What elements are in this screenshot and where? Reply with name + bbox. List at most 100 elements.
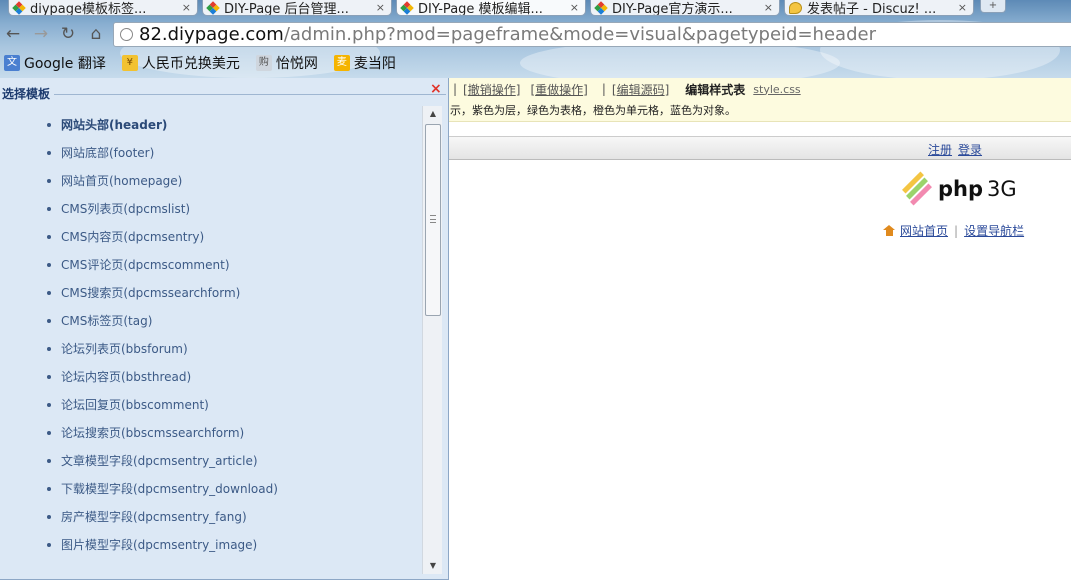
diypage-favicon-icon — [400, 0, 414, 15]
template-item-dpcmslist[interactable]: CMS列表页(dpcmslist) — [0, 200, 420, 228]
reload-button[interactable]: ↻ — [58, 24, 78, 44]
close-tab-icon[interactable]: × — [570, 1, 579, 14]
template-item-download[interactable]: 下载模型字段(dpcmsentry_download) — [0, 480, 420, 508]
tab-title: 发表帖子 - Discuz! ... — [807, 2, 937, 16]
bookmarks-bar: 文 Google 翻译 ¥ 人民币兑换美元 购 怡悦网 麦 麦当阳 — [0, 51, 1071, 75]
template-label: CMS列表页(dpcmslist) — [61, 202, 191, 216]
template-item-footer[interactable]: 网站底部(footer) — [0, 144, 420, 172]
template-label: 网站底部(footer) — [61, 146, 155, 160]
site-logo[interactable]: php 3G — [902, 171, 1017, 206]
diypage-favicon-icon — [594, 0, 608, 15]
address-host: 82.diypage.com — [139, 24, 284, 45]
template-item-dpcmsentry[interactable]: CMS内容页(dpcmsentry) — [0, 228, 420, 256]
template-label: CMS标签页(tag) — [61, 314, 153, 328]
template-label: 下载模型字段(dpcmsentry_download) — [61, 482, 278, 496]
bookmark-label: 怡悦网 — [275, 56, 318, 72]
register-link[interactable]: 注册 — [928, 141, 952, 158]
panel-title: 选择模板 — [2, 87, 51, 101]
template-item-header[interactable]: 网站头部(header) — [0, 116, 420, 144]
nav-settings-link[interactable]: 设置导航栏 — [964, 222, 1024, 239]
template-label: 论坛列表页(bbsforum) — [61, 342, 188, 356]
template-label: 网站头部(header) — [61, 118, 168, 132]
tab-admin[interactable]: DIY-Page 后台管理... × — [202, 0, 392, 16]
php3g-logo-icon — [902, 171, 932, 206]
browser-chrome: diypage模板标签... × DIY-Page 后台管理... × DIY-… — [0, 0, 1071, 78]
template-label: CMS评论页(dpcmscomment) — [61, 258, 230, 272]
close-tab-icon[interactable]: × — [182, 1, 191, 14]
template-label: 论坛回复页(bbscomment) — [61, 398, 209, 412]
tab-title: diypage模板标签... — [30, 2, 147, 16]
address-bar[interactable]: 82.diypage.com/admin.php?mod=pageframe&m… — [113, 22, 1071, 47]
discuz-favicon-icon — [789, 1, 802, 14]
template-item-homepage[interactable]: 网站首页(homepage) — [0, 172, 420, 200]
template-item-bbsforum[interactable]: 论坛列表页(bbsforum) — [0, 340, 420, 368]
template-label: 图片模型字段(dpcmsentry_image) — [61, 538, 258, 552]
undo-link[interactable]: 撤销操作 — [463, 81, 528, 98]
template-item-tag[interactable]: CMS标签页(tag) — [0, 312, 420, 340]
toolbar-separator: | — [601, 82, 606, 96]
template-label: 文章模型字段(dpcmsentry_article) — [61, 454, 258, 468]
translate-icon: 文 — [4, 55, 20, 71]
tab-template-editor[interactable]: DIY-Page 模板编辑... × — [396, 0, 586, 16]
close-tab-icon[interactable]: × — [376, 1, 385, 14]
template-item-fang[interactable]: 房产模型字段(dpcmsentry_fang) — [0, 508, 420, 536]
edit-source-link[interactable]: 编辑源码 — [612, 81, 677, 98]
nav-home-link[interactable]: 网站首页 — [900, 222, 948, 239]
template-item-dpcmscomment[interactable]: CMS评论页(dpcmscomment) — [0, 256, 420, 284]
tab-diypage-tags[interactable]: diypage模板标签... × — [8, 0, 198, 16]
template-item-bbsthread[interactable]: 论坛内容页(bbsthread) — [0, 368, 420, 396]
tab-demo[interactable]: DIY-Page官方演示... × — [590, 0, 780, 16]
scroll-up-icon[interactable]: ▲ — [423, 106, 443, 122]
back-button[interactable]: ← — [3, 24, 23, 44]
diypage-favicon-icon — [206, 0, 220, 15]
stylesheet-file-link[interactable]: style.css — [753, 83, 800, 96]
page-info-icon[interactable] — [120, 28, 133, 41]
template-label: 房产模型字段(dpcmsentry_fang) — [61, 510, 247, 524]
close-tab-icon[interactable]: × — [958, 1, 967, 14]
bookmark-mcd[interactable]: 麦 麦当阳 — [333, 53, 396, 73]
shop-icon: 购 — [255, 55, 272, 71]
scroll-thumb[interactable] — [425, 124, 441, 316]
template-item-bbscmssearchform[interactable]: 论坛搜索页(bbscmssearchform) — [0, 424, 420, 452]
home-icon — [883, 225, 896, 236]
forward-button[interactable]: → — [31, 24, 51, 44]
grip-icon — [430, 215, 436, 223]
template-item-article[interactable]: 文章模型字段(dpcmsentry_article) — [0, 452, 420, 480]
mcd-icon: 麦 — [333, 55, 350, 71]
tab-title: DIY-Page 后台管理... — [224, 2, 349, 16]
logo-version: 3G — [987, 177, 1017, 201]
editor-toolbar: | 撤销操作 重做操作 | 编辑源码 编辑样式表 style.css — [449, 78, 1071, 100]
nav-divider: | — [954, 223, 959, 238]
template-item-dpcmssearchform[interactable]: CMS搜索页(dpcmssearchform) — [0, 284, 420, 312]
template-item-image[interactable]: 图片模型字段(dpcmsentry_image) — [0, 536, 420, 564]
site-nav: 网站首页 | 设置导航栏 — [883, 222, 1024, 239]
login-link[interactable]: 登录 — [958, 141, 982, 158]
toolbar-separator: | — [453, 82, 458, 96]
template-select-panel: 选择模板 × 网站头部(header) 网站底部(footer) 网站首页(ho… — [0, 78, 449, 580]
bookmark-currency[interactable]: ¥ 人民币兑换美元 — [121, 53, 240, 73]
tab-discuz[interactable]: 发表帖子 - Discuz! ... × — [784, 0, 974, 16]
template-list: 网站头部(header) 网站底部(footer) 网站首页(homepage)… — [0, 116, 420, 564]
currency-icon: ¥ — [121, 55, 138, 71]
edit-stylesheet-label: 编辑样式表 — [685, 82, 746, 97]
tab-title: DIY-Page官方演示... — [612, 2, 733, 16]
color-legend-hint: 示，紫色为层，绿色为表格，橙色为单元格，蓝色为对象。 — [449, 100, 1071, 122]
diypage-favicon-icon — [12, 0, 26, 15]
address-path: /admin.php?mod=pageframe&mode=visual&pag… — [283, 24, 876, 45]
new-tab-button[interactable]: + — [980, 0, 1006, 13]
panel-scrollbar[interactable]: ▲ ▼ — [422, 106, 442, 574]
template-label: 网站首页(homepage) — [61, 174, 183, 188]
redo-link[interactable]: 重做操作 — [530, 81, 595, 98]
template-label: CMS搜索页(dpcmssearchform) — [61, 286, 241, 300]
navigation-bar: ← → ↻ ⌂ 82.diypage.com/admin.php?mod=pag… — [0, 18, 1071, 50]
site-topbar: 注册 登录 — [449, 136, 1071, 160]
home-button[interactable]: ⌂ — [86, 24, 106, 44]
close-tab-icon[interactable]: × — [764, 1, 773, 14]
template-label: 论坛内容页(bbsthread) — [61, 370, 192, 384]
template-label: CMS内容页(dpcmsentry) — [61, 230, 205, 244]
close-icon[interactable]: × — [430, 81, 442, 97]
template-item-bbscomment[interactable]: 论坛回复页(bbscomment) — [0, 396, 420, 424]
bookmark-google-translate[interactable]: 文 Google 翻译 — [4, 53, 106, 73]
scroll-down-icon[interactable]: ▼ — [423, 558, 443, 574]
bookmark-yiyue[interactable]: 购 怡悦网 — [255, 53, 318, 73]
